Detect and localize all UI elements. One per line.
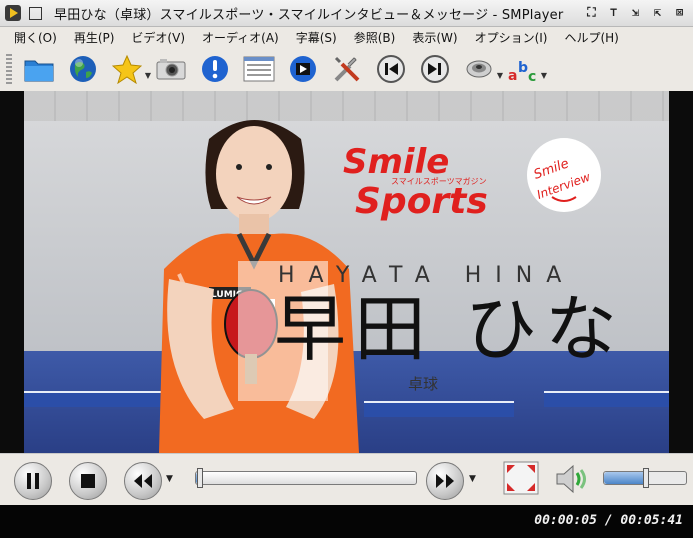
toolbar-grip[interactable] xyxy=(6,54,12,84)
volume-handle[interactable] xyxy=(643,468,649,488)
previous-button[interactable] xyxy=(374,52,408,86)
screenshot-button[interactable] xyxy=(154,52,188,86)
menu-options[interactable]: オプション(I) xyxy=(467,29,557,46)
tools-icon xyxy=(334,56,360,82)
control-bar: ▼ ▼ xyxy=(0,453,693,506)
menu-open[interactable]: 開く(O) xyxy=(0,29,66,46)
next-icon xyxy=(421,55,449,83)
caption-sport: 卓球 xyxy=(408,375,439,393)
info-icon xyxy=(202,56,228,82)
chevron-down-icon[interactable]: ▼ xyxy=(145,71,151,80)
logo-line2: Sports xyxy=(355,181,488,221)
title-bar[interactable]: 早田ひな（卓球）スマイルスポーツ・スマイルインタビュー＆メッセージ - SMPl… xyxy=(0,0,693,27)
stay-on-top-icon[interactable]: ⊤ xyxy=(606,5,621,20)
menu-browse[interactable]: 参照(B) xyxy=(346,29,405,46)
film-icon xyxy=(290,56,316,82)
camera-icon xyxy=(156,59,186,80)
fullscreen-corners-icon[interactable]: ⛶ xyxy=(584,5,599,20)
playlist-icon xyxy=(243,56,275,82)
rewind-button[interactable] xyxy=(124,462,162,500)
chevron-down-icon[interactable]: ▼ xyxy=(166,474,173,484)
window-controls: ⛶ ⊤ ⇲ ⇱ ⊠ xyxy=(584,5,687,20)
ping-pong-table xyxy=(364,401,514,417)
next-button[interactable] xyxy=(418,52,452,86)
svg-text:c: c xyxy=(528,69,536,84)
menu-view[interactable]: 表示(W) xyxy=(404,29,466,46)
video-settings-button[interactable] xyxy=(286,52,320,86)
chevron-down-icon[interactable]: ▼ xyxy=(541,71,547,80)
forward-icon xyxy=(436,474,454,488)
caption-romaji: HAYATA HINA xyxy=(278,263,576,288)
star-icon xyxy=(112,54,142,84)
menu-play[interactable]: 再生(P) xyxy=(66,29,124,46)
audio-track-button[interactable]: ▼ xyxy=(462,52,503,86)
info-button[interactable] xyxy=(198,52,232,86)
rewind-icon xyxy=(134,474,152,488)
pause-button[interactable] xyxy=(14,462,52,500)
subtitle-track-button[interactable]: a b c ▼ xyxy=(506,52,547,86)
menu-subtitles[interactable]: 字幕(S) xyxy=(288,29,346,46)
logo-line1: Smile xyxy=(343,142,449,182)
stop-icon xyxy=(81,474,95,488)
status-bar: 00:00:05 / 00:05:41 xyxy=(0,505,693,538)
folder-icon xyxy=(24,60,54,82)
minimize-icon[interactable]: ⇲ xyxy=(628,5,643,20)
subtitle-abc-icon: a b c xyxy=(508,60,536,84)
previous-icon xyxy=(377,55,405,83)
time-display: 00:00:05 / 00:05:41 xyxy=(534,513,683,528)
volume-slider[interactable] xyxy=(603,468,687,488)
playlist-button[interactable] xyxy=(242,52,276,86)
pause-icon xyxy=(27,473,39,489)
favorites-button[interactable]: ▼ xyxy=(110,52,151,86)
audio-track-icon xyxy=(466,60,492,78)
restore-icon[interactable] xyxy=(29,6,42,20)
seek-bar[interactable] xyxy=(195,468,417,488)
chevron-down-icon[interactable]: ▼ xyxy=(497,71,503,80)
speaker-icon xyxy=(556,464,586,494)
stop-button[interactable] xyxy=(69,462,107,500)
video-frame: LUMICA Smile Sports スマイルスポーツマガジン Smile I… xyxy=(24,91,669,453)
volume-fill xyxy=(604,472,645,484)
open-url-button[interactable] xyxy=(66,52,100,86)
menu-video[interactable]: ビデオ(V) xyxy=(123,29,194,46)
smile-sports-logo: Smile Sports スマイルスポーツマガジン xyxy=(343,142,488,221)
window-title: 早田ひな（卓球）スマイルスポーツ・スマイルインタビュー＆メッセージ - SMPl… xyxy=(54,7,564,23)
menu-help[interactable]: ヘルプ(H) xyxy=(556,29,627,46)
maximize-icon[interactable]: ⇱ xyxy=(650,5,665,20)
globe-icon xyxy=(70,56,96,82)
caption-name: 早田 ひな xyxy=(274,287,625,371)
forward-button[interactable] xyxy=(426,462,464,500)
menu-bar: 開く(O) 再生(P) ビデオ(V) オーディオ(A) 字幕(S) 参照(B) … xyxy=(0,27,693,47)
chevron-down-icon[interactable]: ▼ xyxy=(469,474,476,484)
fullscreen-button[interactable] xyxy=(503,461,539,495)
smplayer-window: 早田ひな（卓球）スマイルスポーツ・スマイルインタビュー＆メッセージ - SMPl… xyxy=(0,0,693,538)
preferences-button[interactable] xyxy=(330,52,364,86)
open-file-button[interactable] xyxy=(22,52,56,86)
name-caption: HAYATA HINA 早田 ひな 卓球 xyxy=(238,261,669,401)
fullscreen-icon xyxy=(503,461,539,495)
seek-handle[interactable] xyxy=(197,468,203,488)
mute-button[interactable] xyxy=(553,462,589,496)
logo-tagline: スマイルスポーツマガジン xyxy=(391,176,487,186)
smile-interview-badge: Smile Interview xyxy=(527,138,601,212)
svg-text:a: a xyxy=(508,68,517,84)
menu-audio[interactable]: オーディオ(A) xyxy=(194,29,288,46)
svg-text:b: b xyxy=(518,60,528,76)
toolbar: ▼ ▼ a b c ▼ xyxy=(0,47,693,91)
video-area[interactable]: LUMICA Smile Sports スマイルスポーツマガジン Smile I… xyxy=(0,91,693,453)
close-icon[interactable]: ⊠ xyxy=(672,5,687,20)
app-icon[interactable] xyxy=(5,5,21,21)
